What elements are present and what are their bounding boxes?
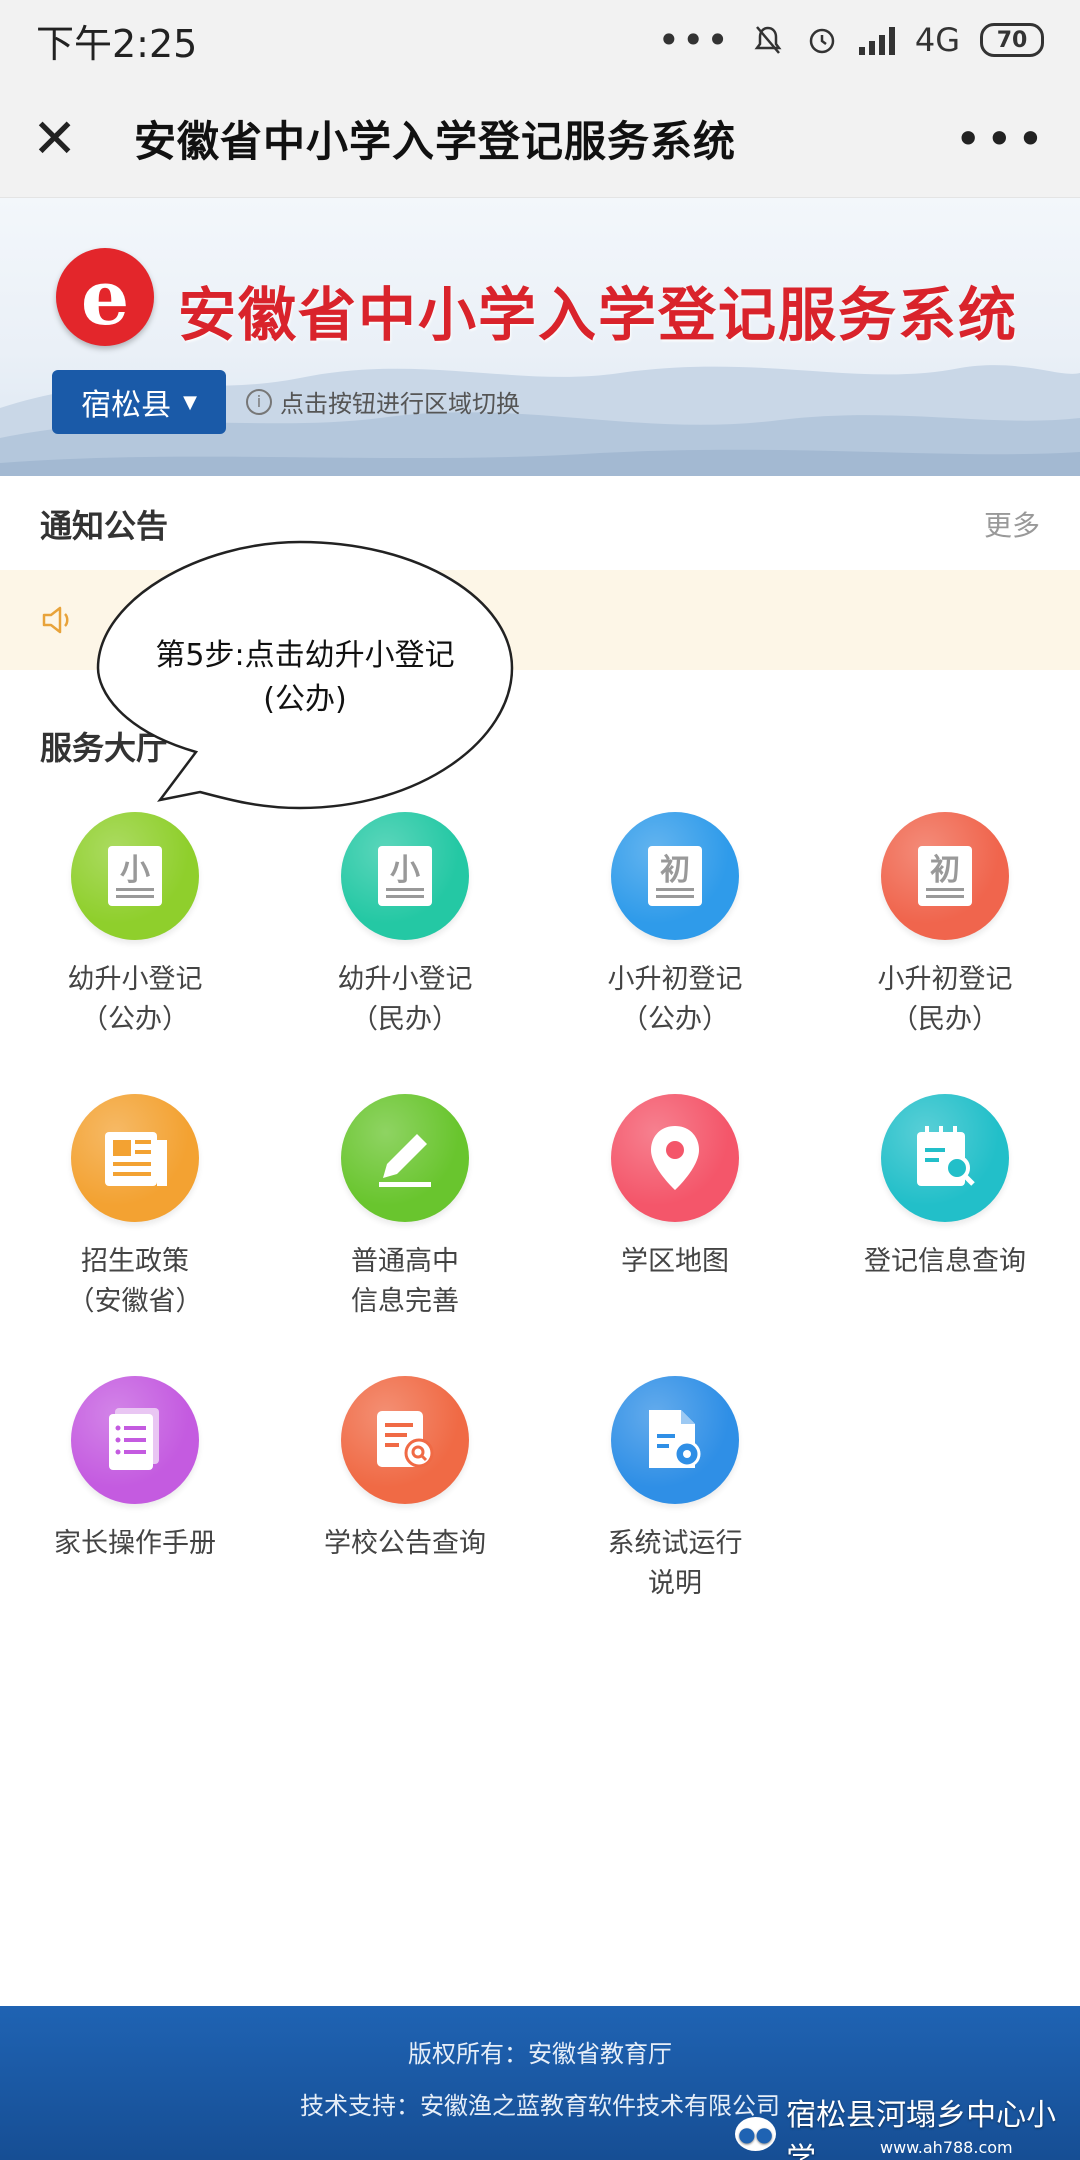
info-icon: i	[246, 388, 272, 415]
service-item[interactable]: 小幼升小登记 （公办）	[0, 812, 270, 1040]
service-item[interactable]: 学区地图	[540, 1094, 810, 1282]
registration-icon: 初	[881, 812, 1009, 940]
services-heading: 服务大厅	[40, 729, 169, 767]
svg-text:初: 初	[930, 853, 960, 888]
notice-more-link[interactable]: 更多	[984, 504, 1040, 544]
service-label-line1: 家长操作手册	[54, 1528, 216, 1559]
service-item[interactable]: 家长操作手册	[0, 1376, 270, 1564]
banner-title: 安徽省中小学入学登记服务系统	[178, 281, 1019, 349]
service-label: 小升初登记 （民办）	[878, 960, 1013, 1040]
close-icon[interactable]: ✕	[32, 111, 92, 166]
wechat-icon: ●●	[735, 2117, 777, 2151]
region-select-button[interactable]: 宿松县 ▼	[52, 370, 226, 434]
mute-bell-icon	[754, 26, 782, 54]
services-header: 服务大厅	[0, 718, 1080, 774]
pin-icon	[611, 1094, 739, 1222]
service-label: 登记信息查询	[864, 1242, 1026, 1282]
network-type: 4G	[914, 21, 960, 59]
page-title: 安徽省中小学入学登记服务系统	[134, 117, 737, 166]
battery-icon: 70	[980, 23, 1044, 57]
service-label-line2: （民办）	[891, 1004, 999, 1035]
notice-header: 通知公告 更多	[0, 496, 1080, 552]
news-icon	[71, 1094, 199, 1222]
svg-text:小: 小	[390, 853, 420, 888]
registration-icon: 初	[611, 812, 739, 940]
service-label-line2: 信息完善	[351, 1286, 459, 1317]
service-label-line1: 小升初登记	[877, 964, 1013, 995]
service-item[interactable]: 系统试运行 说明	[540, 1376, 810, 1604]
service-label: 学校公告查询	[324, 1524, 486, 1564]
service-label-line1: 学区地图	[621, 1246, 729, 1277]
service-label-line1: 系统试运行	[607, 1528, 743, 1559]
watermark-site: www.ah788.com	[880, 2138, 1013, 2157]
footer-copyright: 版权所有：安徽省教育厅	[408, 2040, 672, 2068]
service-label: 招生政策 （安徽省）	[68, 1242, 203, 1322]
service-label-line2: （公办）	[621, 1004, 729, 1035]
region-label: 宿松县	[81, 388, 172, 423]
region-hint-text: 点击按钮进行区域切换	[280, 390, 520, 418]
service-label-line1: 幼升小登记	[67, 964, 203, 995]
edit-icon	[341, 1094, 469, 1222]
service-label-line1: 登记信息查询	[864, 1246, 1026, 1277]
service-item[interactable]: 初小升初登记 （公办）	[540, 812, 810, 1040]
status-bar: 下午2:25 ••• 4G 70	[0, 0, 1080, 80]
service-item[interactable]: 登记信息查询	[810, 1094, 1080, 1282]
signal-icon	[858, 25, 895, 55]
battery-level: 70	[996, 27, 1028, 53]
more-options-icon[interactable]: •••	[955, 112, 1048, 166]
doc-icon	[71, 1376, 199, 1504]
service-label: 幼升小登记 （民办）	[338, 960, 473, 1040]
service-item[interactable]: 学校公告查询	[270, 1376, 540, 1564]
svg-text:初: 初	[660, 853, 690, 888]
status-time: 下午2:25	[36, 21, 198, 66]
alarm-icon	[809, 28, 835, 54]
speaker-icon	[42, 606, 69, 634]
title-bar: ✕ 安徽省中小学入学登记服务系统 •••	[0, 80, 1080, 198]
service-label: 系统试运行 说明	[608, 1524, 743, 1604]
search-icon	[881, 1094, 1009, 1222]
status-icons: ••• 4G 70	[658, 18, 1044, 62]
service-item[interactable]: 初小升初登记 （民办）	[810, 812, 1080, 1040]
service-item[interactable]: 普通高中 信息完善	[270, 1094, 540, 1322]
header-banner: e 安徽省中小学入学登记服务系统 宿松县 ▼ i 点击按钮进行区域切换	[0, 198, 1080, 476]
region-hint: i 点击按钮进行区域切换	[246, 384, 520, 419]
service-label: 小升初登记 （公办）	[608, 960, 743, 1040]
service-label-line2: （安徽省）	[67, 1286, 203, 1317]
gear-icon	[611, 1376, 739, 1504]
service-label-line1: 幼升小登记	[337, 964, 473, 995]
svg-text:小: 小	[120, 853, 150, 888]
service-label-line2: 说明	[648, 1568, 702, 1599]
service-label-line2: （公办）	[81, 1004, 189, 1035]
service-label-line1: 招生政策	[81, 1246, 189, 1277]
service-item[interactable]: 招生政策 （安徽省）	[0, 1094, 270, 1322]
service-label: 幼升小登记 （公办）	[68, 960, 203, 1040]
service-label: 家长操作手册	[54, 1524, 216, 1564]
more-notifications-icon: •••	[657, 18, 731, 62]
service-label-line1: 小升初登记	[607, 964, 743, 995]
service-label: 学区地图	[621, 1242, 729, 1282]
registration-icon: 小	[341, 812, 469, 940]
phone-screen: 下午2:25 ••• 4G 70 ✕ 安徽省中小学入学登记服务系统 ••• e …	[0, 0, 1080, 2160]
caret-down-icon: ▼	[183, 391, 197, 413]
notice-icon	[341, 1376, 469, 1504]
service-label-line2: （民办）	[351, 1004, 459, 1035]
service-label-line1: 学校公告查询	[324, 1528, 486, 1559]
callout-text: 第5步:点击幼升小登记(公办)	[155, 638, 455, 717]
service-item[interactable]: 小幼升小登记 （民办）	[270, 812, 540, 1040]
registration-icon: 小	[71, 812, 199, 940]
notice-heading: 通知公告	[40, 507, 169, 545]
service-label-line1: 普通高中	[351, 1246, 459, 1277]
service-label: 普通高中 信息完善	[351, 1242, 459, 1322]
e-logo-icon: e	[56, 248, 154, 346]
